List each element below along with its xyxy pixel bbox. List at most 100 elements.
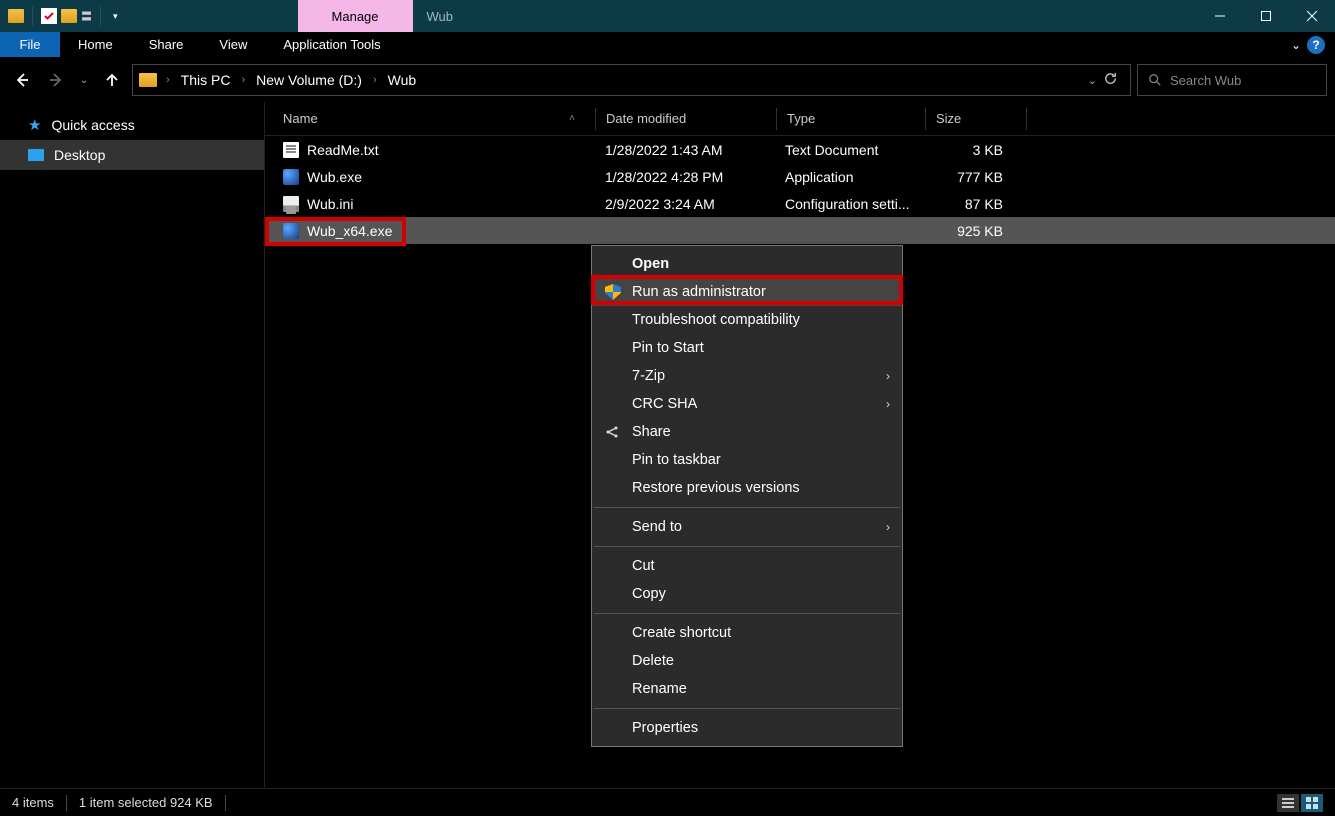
chevron-right-icon[interactable]: › [370,74,380,86]
new-folder-icon[interactable] [61,9,77,23]
share-icon [604,423,622,441]
desktop-icon [28,149,44,161]
menu-crc-sha[interactable]: CRC SHA› [592,390,902,418]
address-dropdown-icon[interactable]: ⌄ [1088,74,1097,87]
sidebar-item-label: Desktop [54,147,105,163]
menu-rename[interactable]: Rename [592,675,902,703]
tab-view[interactable]: View [201,32,265,57]
menu-troubleshoot[interactable]: Troubleshoot compatibility [592,306,902,334]
minimize-button[interactable] [1197,0,1243,32]
file-row[interactable]: Wub.exe 1/28/2022 4:28 PMApplication777 K… [265,163,1335,190]
file-menu[interactable]: File [0,32,60,57]
quick-access-toolbar: 〓 ▾ [0,0,130,32]
chevron-right-icon[interactable]: › [238,74,248,86]
status-item-count: 4 items [12,795,54,810]
menu-copy[interactable]: Copy [592,580,902,608]
tab-application-tools[interactable]: Application Tools [265,32,398,57]
refresh-button[interactable] [1103,71,1118,89]
file-row[interactable]: Wub_x64.exe 925 KB [265,217,1335,244]
navigation-bar: ⌄ › This PC › New Volume (D:) › Wub ⌄ Se… [0,58,1335,102]
menu-pin-taskbar[interactable]: Pin to taskbar [592,446,902,474]
back-button[interactable] [8,64,36,96]
chevron-right-icon: › [886,369,890,383]
title-bar: 〓 ▾ Manage Wub [0,0,1335,32]
menu-open[interactable]: Open [592,250,902,278]
search-placeholder: Search Wub [1170,73,1241,88]
menu-7zip[interactable]: 7-Zip› [592,362,902,390]
chevron-right-icon[interactable]: › [163,74,173,86]
exe-file-icon [283,223,299,239]
shield-icon [604,283,622,301]
search-icon [1148,73,1162,87]
qat-dropdown-icon[interactable]: ▾ [109,11,122,22]
sidebar-quick-access[interactable]: ★ Quick access [0,110,264,140]
ini-file-icon [283,196,299,212]
column-type[interactable]: Type [777,111,925,126]
window-title: Wub [413,0,468,32]
exe-file-icon [283,169,299,185]
file-date: 1/28/2022 4:28 PM [595,169,775,185]
close-button[interactable] [1289,0,1335,32]
txt-file-icon [283,142,299,158]
menu-cut[interactable]: Cut [592,552,902,580]
file-size: 925 KB [923,223,1023,239]
customize-icon[interactable]: 〓 [81,8,92,24]
status-bar: 4 items 1 item selected 924 KB [0,788,1335,816]
sidebar-item-label: Quick access [51,117,134,133]
file-list: Name˄ Date modified Type Size ReadMe.txt… [265,102,1335,788]
file-type: Text Document [775,142,923,158]
file-name: Wub.ini [307,196,353,212]
column-headers: Name˄ Date modified Type Size [265,102,1335,136]
breadcrumb-volume[interactable]: New Volume (D:) [248,72,370,88]
menu-pin-start[interactable]: Pin to Start [592,334,902,362]
sidebar-desktop[interactable]: Desktop [0,140,264,170]
context-menu: Open Run as administrator Troubleshoot c… [591,245,903,747]
breadcrumb-this-pc[interactable]: This PC [173,72,239,88]
column-date[interactable]: Date modified [596,111,776,126]
details-view-icon[interactable] [1277,794,1299,812]
breadcrumb-current[interactable]: Wub [380,72,425,88]
up-button[interactable] [98,64,126,96]
folder-icon[interactable] [8,9,24,23]
file-size: 87 KB [923,196,1023,212]
menu-share[interactable]: Share [592,418,902,446]
maximize-button[interactable] [1243,0,1289,32]
menu-create-shortcut[interactable]: Create shortcut [592,619,902,647]
file-date: 2/9/2022 3:24 AM [595,196,775,212]
ribbon-collapse-icon[interactable]: ⌄ [1291,38,1301,52]
menu-restore-versions[interactable]: Restore previous versions [592,474,902,502]
address-bar[interactable]: › This PC › New Volume (D:) › Wub ⌄ [132,64,1131,96]
star-icon: ★ [28,116,41,134]
file-type: Configuration setti... [775,196,923,212]
recent-dropdown-icon[interactable]: ⌄ [76,64,92,96]
chevron-right-icon: › [886,520,890,534]
menu-properties[interactable]: Properties [592,714,902,742]
status-selection: 1 item selected 924 KB [79,795,213,810]
file-name: Wub.exe [307,169,362,185]
search-input[interactable]: Search Wub [1137,64,1327,96]
manage-tab[interactable]: Manage [298,0,413,32]
column-name[interactable]: Name˄ [265,111,595,126]
column-size[interactable]: Size [926,111,1026,126]
menu-run-as-admin[interactable]: Run as administrator [592,278,902,306]
tab-share[interactable]: Share [131,32,202,57]
menu-delete[interactable]: Delete [592,647,902,675]
sidebar: ★ Quick access Desktop [0,102,265,788]
file-size: 777 KB [923,169,1023,185]
file-row[interactable]: Wub.ini 2/9/2022 3:24 AMConfiguration set… [265,190,1335,217]
properties-icon[interactable] [41,8,57,24]
file-size: 3 KB [923,142,1023,158]
help-icon[interactable]: ? [1307,36,1325,54]
file-date: 1/28/2022 1:43 AM [595,142,775,158]
file-type: Application [775,169,923,185]
sort-indicator-icon: ˄ [569,113,595,124]
file-name: ReadMe.txt [307,142,379,158]
forward-button[interactable] [42,64,70,96]
thumbnails-view-icon[interactable] [1301,794,1323,812]
tab-home[interactable]: Home [60,32,131,57]
chevron-right-icon: › [886,397,890,411]
ribbon: File Home Share View Application Tools ⌄… [0,32,1335,58]
menu-send-to[interactable]: Send to› [592,513,902,541]
file-row[interactable]: ReadMe.txt 1/28/2022 1:43 AMText Document… [265,136,1335,163]
file-name: Wub_x64.exe [307,223,392,239]
